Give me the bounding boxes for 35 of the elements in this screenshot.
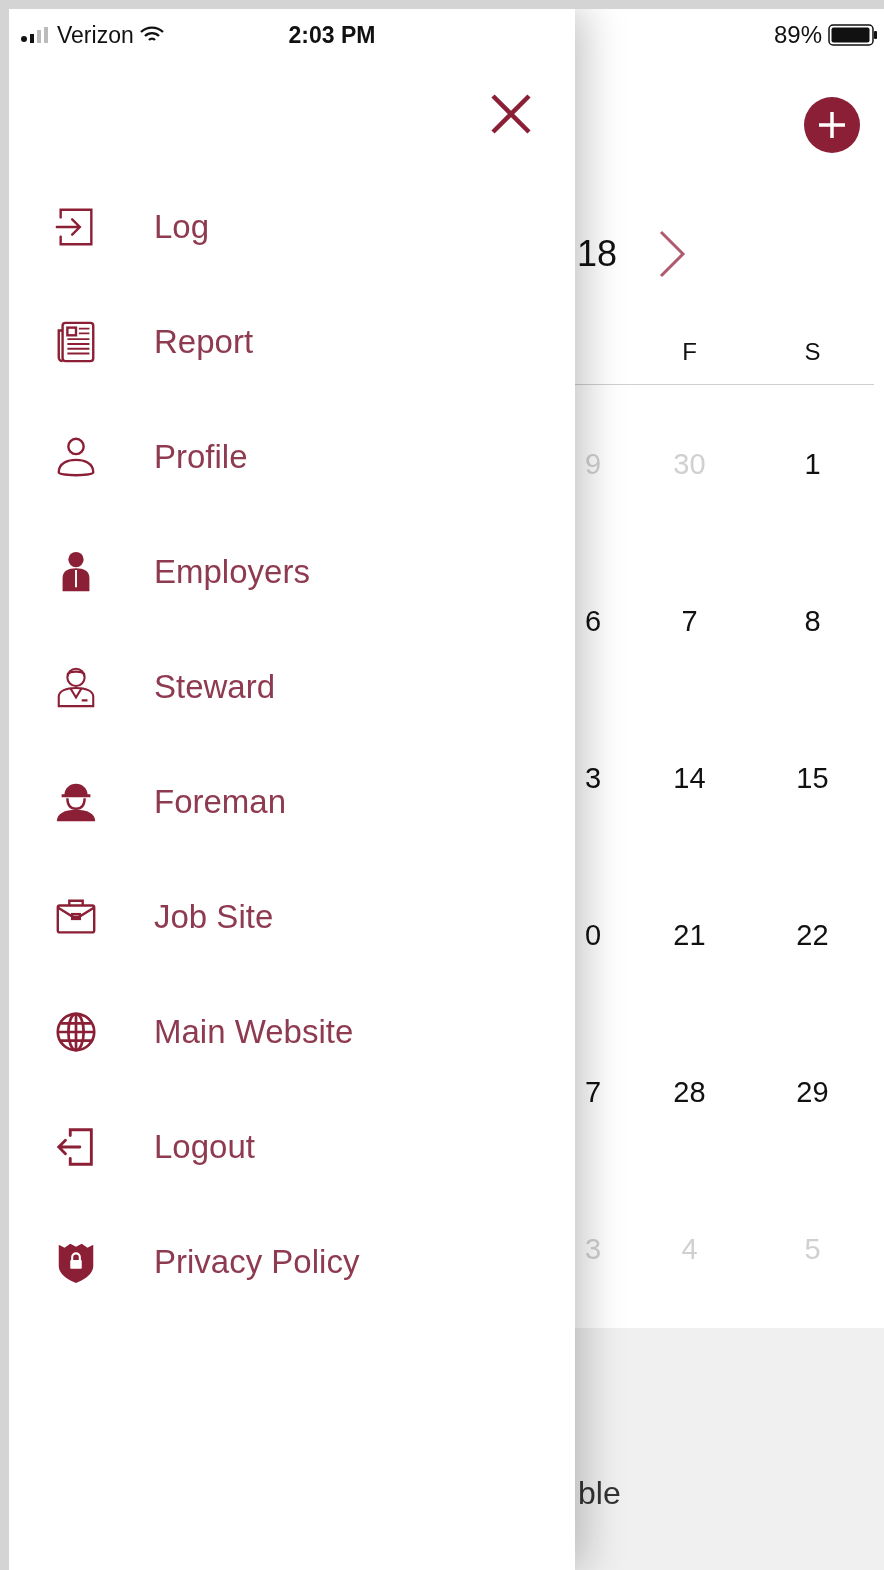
day-number[interactable]: 3 <box>575 700 628 857</box>
day-number[interactable]: 22 <box>751 857 874 1014</box>
day-number[interactable]: 14 <box>628 700 751 857</box>
month-title: 18 <box>577 233 618 275</box>
day-number[interactable]: 7 <box>575 1014 628 1171</box>
menu-item[interactable]: Steward <box>154 667 276 706</box>
weekday-label: S <box>803 336 822 367</box>
day-number[interactable]: 28 <box>628 1014 751 1171</box>
day-number[interactable]: 29 <box>751 1014 874 1171</box>
close-icon <box>489 91 533 136</box>
day-number[interactable]: 1 <box>751 386 874 543</box>
day-number[interactable]: 7 <box>628 543 751 700</box>
add-button[interactable] <box>804 97 860 153</box>
day-number[interactable]: 8 <box>751 543 874 700</box>
status-time: 2:03 PM <box>287 21 376 49</box>
day-number[interactable]: 15 <box>751 700 874 857</box>
menu-item[interactable]: Employers <box>154 552 310 591</box>
menu-item[interactable]: Logout <box>154 1127 255 1166</box>
battery-percent: 89% <box>773 21 822 49</box>
menu-item[interactable]: Foreman <box>154 782 287 821</box>
battery-icon <box>828 24 878 46</box>
menu-item[interactable]: Job Site <box>154 897 274 936</box>
menu-item[interactable]: Log <box>154 207 210 246</box>
weekday-label: F <box>681 336 698 367</box>
menu-item[interactable]: Main Website <box>154 1012 354 1051</box>
day-number[interactable]: 21 <box>628 857 751 1014</box>
menu-item[interactable]: Report <box>154 322 254 361</box>
footer-text: ble <box>578 1475 621 1512</box>
menu-item[interactable]: Privacy Policy <box>154 1242 360 1281</box>
carrier-name: Verizon <box>57 21 134 49</box>
day-number[interactable]: 6 <box>575 543 628 700</box>
menu-item[interactable]: Profile <box>154 437 248 476</box>
chevron-right-icon[interactable] <box>657 229 688 279</box>
signal-icon <box>21 27 51 43</box>
day-number[interactable]: 0 <box>575 857 628 1014</box>
